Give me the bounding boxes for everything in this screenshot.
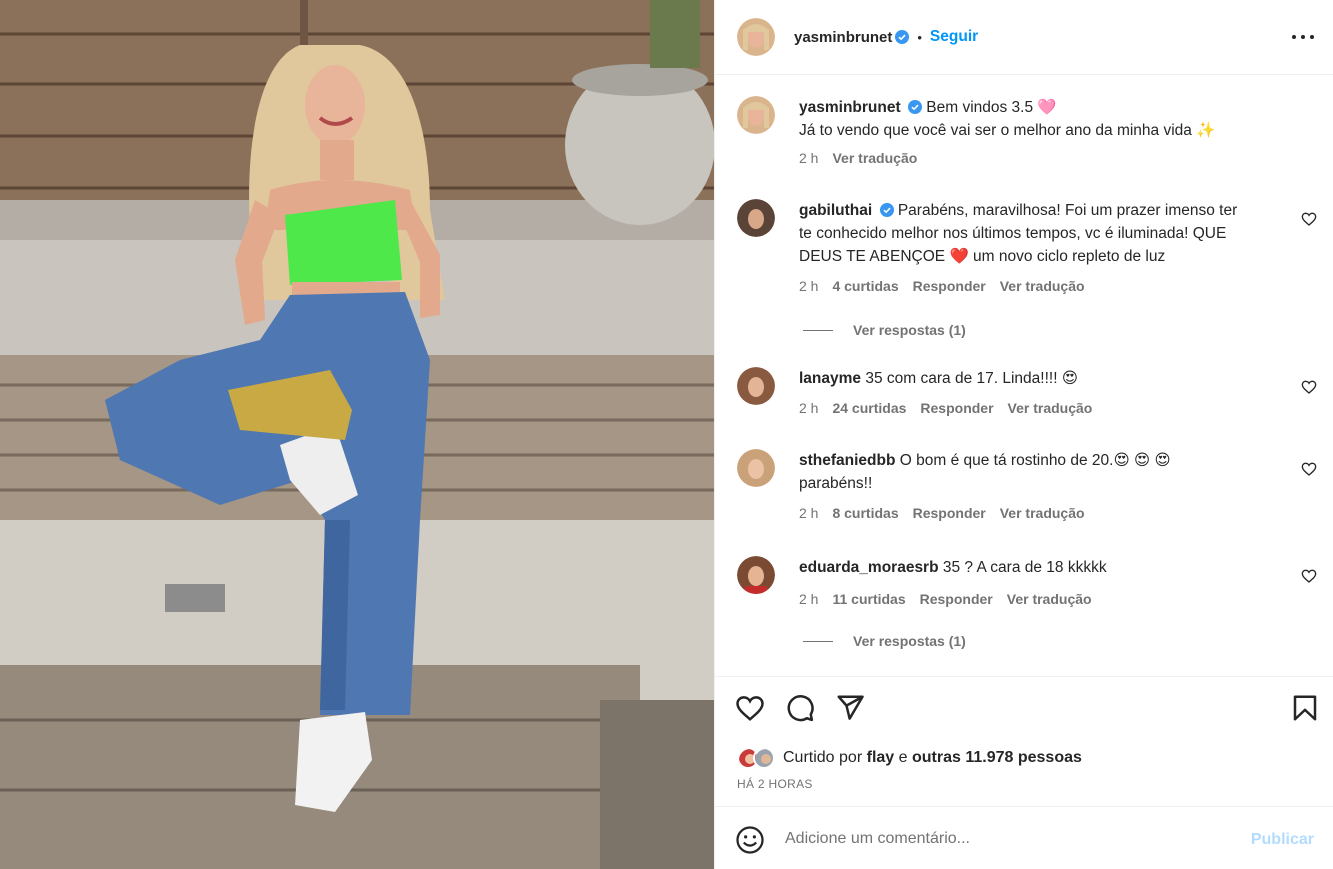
view-replies-label: Ver respostas (1)	[853, 633, 966, 649]
comment-item: sthefaniedbb O bom é que tá rostinho de …	[737, 449, 1317, 529]
likes-summary[interactable]: Curtido por flay e outras 11.978 pessoas	[737, 747, 1082, 769]
share-icon[interactable]	[835, 693, 865, 723]
comment-username[interactable]: sthefaniedbb	[799, 452, 895, 469]
comment-like-heart-icon[interactable]	[1301, 379, 1317, 395]
caption-line-2: Já to vendo que você vai ser o melhor an…	[799, 122, 1216, 139]
comment-text: eduarda_moraesrb 35 ? A cara de 18 kkkkk	[799, 556, 1289, 579]
translate-link[interactable]: Ver tradução	[1008, 400, 1093, 416]
heart-icon[interactable]	[735, 693, 765, 723]
caption-time: 2 h	[799, 150, 819, 166]
reply-button[interactable]: Responder	[920, 400, 993, 416]
post-photo-image	[0, 0, 714, 869]
comment-line-1: Parabéns, maravilhosa! Foi um prazer ime…	[897, 202, 1238, 219]
comment-text: sthefaniedbb O bom é que tá rostinho de …	[799, 449, 1289, 495]
reply-button[interactable]: Responder	[920, 591, 993, 607]
comment-time: 2 h	[799, 591, 819, 607]
publish-button[interactable]: Publicar	[1251, 831, 1314, 849]
translate-link[interactable]: Ver tradução	[1000, 505, 1085, 521]
comment-input[interactable]	[785, 825, 1245, 853]
header-separator: •	[917, 29, 922, 45]
comment-item: gabiluthai Parabéns, maravilhosa! Foi um…	[737, 199, 1317, 349]
view-replies-button[interactable]: Ver respostas (1)	[803, 322, 966, 338]
caption-text: yasminbrunet Bem vindos 3.5 🩷 Já to vend…	[799, 96, 1289, 142]
commenter-avatar[interactable]	[737, 367, 775, 405]
comment-time: 2 h	[799, 505, 819, 521]
caption-username[interactable]: yasminbrunet	[799, 99, 901, 116]
comment-item: eduarda_moraesrb 35 ? A cara de 18 kkkkk…	[737, 556, 1317, 656]
comment-username[interactable]: eduarda_moraesrb	[799, 559, 939, 576]
author-username[interactable]: yasminbrunet	[794, 29, 892, 46]
emoji-icon[interactable]	[735, 825, 765, 855]
commenter-avatar[interactable]	[737, 556, 775, 594]
comment-text: lanayme 35 com cara de 17. Linda!!!! 😍	[799, 367, 1289, 390]
follow-button[interactable]: Seguir	[930, 28, 978, 46]
verified-badge-icon	[907, 100, 922, 114]
comment-likes-count[interactable]: 11 curtidas	[832, 591, 905, 607]
commenter-avatar[interactable]	[737, 199, 775, 237]
post-header: yasminbrunet • Seguir	[715, 0, 1333, 75]
comment-text: gabiluthai Parabéns, maravilhosa! Foi um…	[799, 199, 1289, 268]
author-avatar[interactable]	[737, 18, 775, 56]
caption-line-1: Bem vindos 3.5 🩷	[926, 99, 1057, 116]
post-side-panel: yasminbrunet • Seguir yasminbrunet Bem v…	[714, 0, 1333, 869]
comment-likes-count[interactable]: 4 curtidas	[832, 278, 898, 294]
replies-divider	[803, 640, 833, 642]
comment-line-3: DEUS TE ABENÇOE ❤️ um novo ciclo repleto…	[799, 248, 1166, 265]
likes-prefix: Curtido por	[783, 749, 863, 766]
bookmark-icon[interactable]	[1290, 693, 1320, 723]
comment-meta: 2 h 4 curtidas Responder Ver tradução	[799, 278, 1085, 294]
post-photo[interactable]	[0, 0, 714, 869]
comment-likes-count[interactable]: 24 curtidas	[832, 400, 906, 416]
add-comment-bar: Publicar	[715, 806, 1333, 869]
comment-time: 2 h	[799, 278, 819, 294]
view-replies-label: Ver respostas (1)	[853, 322, 966, 338]
comment-line-2: parabéns!!	[799, 475, 873, 492]
post-actions: Curtido por flay e outras 11.978 pessoas…	[715, 676, 1333, 806]
comment-username[interactable]: lanayme	[799, 370, 861, 387]
reply-button[interactable]: Responder	[913, 278, 986, 294]
comment-line-2: te conhecido melhor nos últimos tempos, …	[799, 225, 1227, 242]
likes-others[interactable]: outras 11.978 pessoas	[912, 749, 1082, 767]
caption-meta: 2 h Ver tradução	[799, 150, 917, 166]
likes-conjunction: e	[898, 749, 908, 766]
verified-badge-icon	[895, 30, 910, 44]
comment-time: 2 h	[799, 400, 819, 416]
comment-meta: 2 h 24 curtidas Responder Ver tradução	[799, 400, 1092, 416]
translate-link[interactable]: Ver tradução	[832, 150, 917, 166]
reply-button[interactable]: Responder	[913, 505, 986, 521]
comment-line-1: O bom é que tá rostinho de 20.😍 😍 😍	[899, 452, 1171, 469]
comment-meta: 2 h 8 curtidas Responder Ver tradução	[799, 505, 1085, 521]
comment-icon[interactable]	[785, 693, 815, 723]
replies-divider	[803, 329, 833, 331]
liker-avatar	[753, 747, 775, 769]
comment-like-heart-icon[interactable]	[1301, 461, 1317, 477]
translate-link[interactable]: Ver tradução	[1007, 591, 1092, 607]
comment-line-1: 35 ? A cara de 18 kkkkk	[942, 559, 1107, 576]
view-replies-button[interactable]: Ver respostas (1)	[803, 633, 966, 649]
likes-first-user[interactable]: flay	[867, 749, 895, 767]
verified-badge-icon	[879, 203, 894, 217]
comment-username[interactable]: gabiluthai	[799, 202, 872, 219]
comment-line-1: 35 com cara de 17. Linda!!!! 😍	[865, 370, 1078, 387]
comments-list: yasminbrunet Bem vindos 3.5 🩷 Já to vend…	[715, 76, 1333, 676]
post-timestamp: HÁ 2 HORAS	[737, 777, 813, 791]
comment-like-heart-icon[interactable]	[1301, 568, 1317, 584]
translate-link[interactable]: Ver tradução	[1000, 278, 1085, 294]
author-avatar[interactable]	[737, 96, 775, 134]
comment-item: lanayme 35 com cara de 17. Linda!!!! 😍 2…	[737, 367, 1317, 427]
comment-likes-count[interactable]: 8 curtidas	[832, 505, 898, 521]
comment-like-heart-icon[interactable]	[1301, 211, 1317, 227]
commenter-avatar[interactable]	[737, 449, 775, 487]
more-options-icon[interactable]	[1292, 26, 1314, 48]
post-caption: yasminbrunet Bem vindos 3.5 🩷 Já to vend…	[737, 96, 1317, 176]
comment-meta: 2 h 11 curtidas Responder Ver tradução	[799, 591, 1092, 607]
